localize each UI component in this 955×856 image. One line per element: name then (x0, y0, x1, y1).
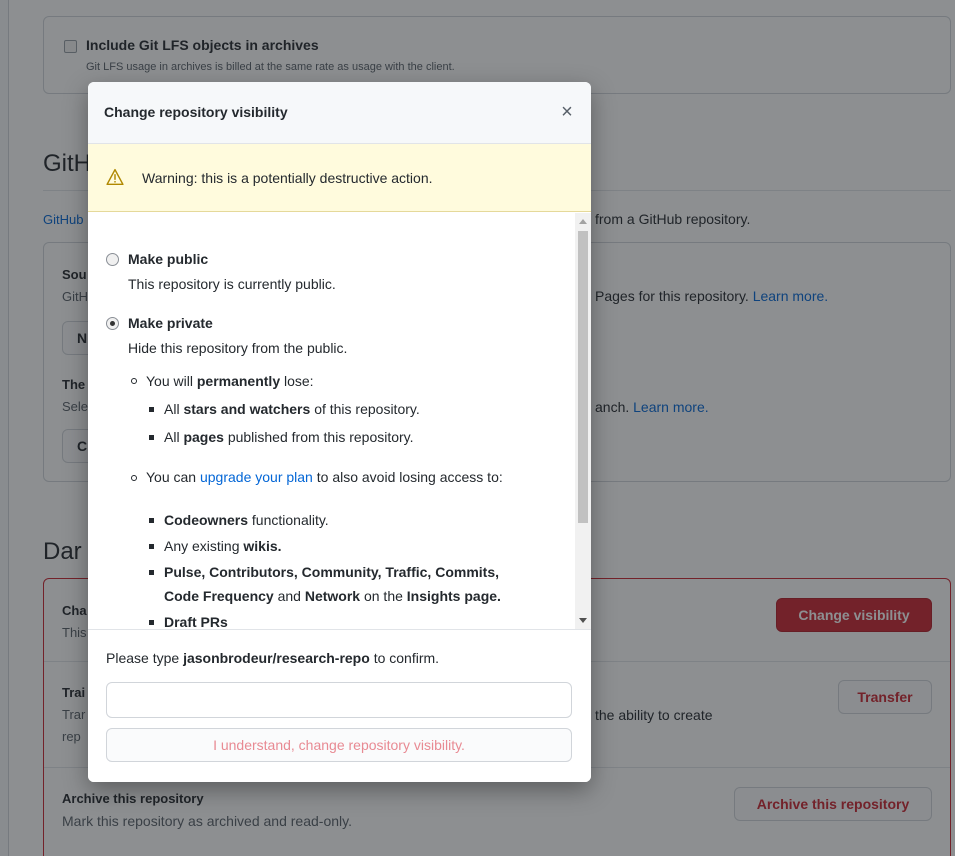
upgrade-plan-link[interactable]: upgrade your plan (200, 469, 313, 485)
scroll-up-arrow-icon[interactable] (579, 219, 587, 224)
dialog-scroll-area[interactable]: Make public This repository is currently… (88, 213, 591, 629)
make-private-radio[interactable] (106, 317, 119, 330)
lose-item-bold: pages (183, 429, 224, 445)
lose-emphasis: permanently (196, 373, 281, 389)
lose-item-pre: All (164, 429, 180, 445)
wikis-pre: Any existing (164, 538, 240, 554)
dialog-footer: Please type jasonbrodeur/research-repo t… (88, 629, 591, 782)
list-bullet (149, 518, 154, 523)
confirm-repo-input[interactable] (106, 682, 572, 718)
dialog-scrollbar[interactable] (575, 213, 591, 629)
list-bullet (149, 435, 154, 440)
warning-text: Warning: this is a potentially destructi… (142, 170, 433, 186)
lose-item: All pages published from this repository… (164, 429, 414, 445)
insights-bold1: Code Frequency (164, 588, 274, 604)
list-bullet (131, 475, 137, 481)
scroll-thumb[interactable] (578, 231, 588, 523)
lose-item-post: of this repository. (314, 401, 420, 417)
make-private-desc: Hide this repository from the public. (128, 340, 348, 356)
confirm-prefix: Please type (106, 650, 180, 666)
upgrade-prefix: You can (146, 469, 197, 485)
upgrade-item: Codeowners functionality. (164, 512, 329, 528)
list-bullet (149, 570, 154, 575)
lose-item-pre: All (164, 401, 180, 417)
lose-item-post: published from this repository. (227, 429, 414, 445)
confirm-change-visibility-button[interactable]: I understand, change repository visibili… (106, 728, 572, 762)
list-bullet (131, 378, 137, 384)
list-bullet (149, 544, 154, 549)
insights-line2: Code Frequency and Network on the Insigh… (164, 588, 501, 604)
insights-line1: Pulse, Contributors, Community, Traffic,… (164, 564, 499, 580)
wikis-bold: wikis. (243, 538, 282, 554)
confirm-button-label: I understand, change repository visibili… (213, 737, 465, 753)
insights-bold2: Network (304, 588, 361, 604)
draft-prs-item: Draft PRs (164, 614, 228, 629)
dialog-title: Change repository visibility (104, 104, 288, 120)
upgrade-line: You can upgrade your plan to also avoid … (146, 469, 503, 485)
make-public-radio[interactable] (106, 253, 119, 266)
upgrade-suffix: to also avoid losing access to: (316, 469, 503, 485)
confirm-instruction: Please type jasonbrodeur/research-repo t… (106, 650, 439, 666)
insights-and: and (277, 588, 301, 604)
dialog-header: Change repository visibility × (88, 82, 591, 144)
make-private-label[interactable]: Make private (128, 315, 213, 331)
insights-on: on the (363, 588, 403, 604)
lose-item: All stars and watchers of this repositor… (164, 401, 420, 417)
change-visibility-dialog: Change repository visibility × Warning: … (88, 82, 591, 782)
upgrade-item: Any existing wikis. (164, 538, 282, 554)
codeowners-bold: Codeowners (164, 512, 249, 528)
scroll-down-arrow-icon[interactable] (579, 618, 587, 623)
lose-suffix: lose: (284, 373, 314, 389)
list-bullet (149, 407, 154, 412)
lose-line: You will permanently lose: (146, 373, 314, 389)
insights-bold3: Insights page. (406, 588, 501, 604)
close-icon[interactable]: × (557, 102, 577, 122)
alert-icon (106, 168, 124, 186)
confirm-suffix: to confirm. (373, 650, 440, 666)
list-bullet (149, 620, 154, 625)
codeowners-post: functionality. (251, 512, 329, 528)
warning-flash: Warning: this is a potentially destructi… (88, 144, 591, 212)
make-public-desc: This repository is currently public. (128, 276, 336, 292)
lose-prefix: You will (146, 373, 193, 389)
lose-item-bold: stars and watchers (183, 401, 311, 417)
make-public-label[interactable]: Make public (128, 251, 208, 267)
confirm-repo-name: jasonbrodeur/research-repo (183, 650, 370, 666)
